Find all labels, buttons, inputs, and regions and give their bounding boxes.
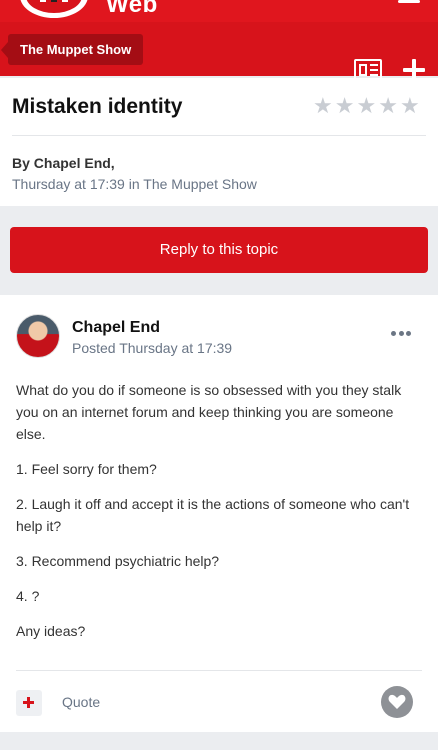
club-logo-icon[interactable] bbox=[18, 0, 90, 18]
star-icon[interactable]: ★ bbox=[356, 95, 376, 117]
breadcrumb-bar: The Muppet Show bbox=[0, 22, 438, 81]
post-paragraph: 4. ? bbox=[16, 588, 40, 604]
avatar[interactable] bbox=[16, 314, 60, 358]
post-paragraph: 1. Feel sorry for them? bbox=[16, 461, 157, 477]
breadcrumb-back-link[interactable]: The Muppet Show bbox=[0, 34, 144, 65]
post-paragraph: 3. Recommend psychiatric help? bbox=[16, 553, 220, 569]
post-content: What do you do if someone is so obsessed… bbox=[16, 379, 416, 655]
post-author[interactable]: Chapel End bbox=[72, 319, 160, 337]
site-name[interactable]: Web bbox=[106, 0, 158, 19]
post-paragraph: 2. Laugh it off and accept it is the act… bbox=[16, 496, 410, 534]
menu-icon[interactable] bbox=[398, 0, 420, 3]
topic-header: Mistaken identity ★ ★ ★ ★ ★ By Chapel En… bbox=[0, 78, 438, 206]
star-icon[interactable]: ★ bbox=[400, 95, 420, 117]
topic-author[interactable]: By Chapel End, bbox=[12, 155, 115, 171]
reputation-plus-icon[interactable] bbox=[16, 690, 42, 716]
topic-rating[interactable]: ★ ★ ★ ★ ★ bbox=[313, 95, 420, 117]
more-options-icon[interactable] bbox=[391, 331, 411, 337]
star-icon[interactable]: ★ bbox=[378, 95, 398, 117]
reply-to-topic-button[interactable]: Reply to this topic bbox=[10, 227, 428, 273]
post-paragraph: Any ideas? bbox=[16, 623, 86, 639]
topic-title: Mistaken identity bbox=[12, 95, 183, 118]
post-date: Posted Thursday at 17:39 bbox=[72, 340, 233, 356]
divider bbox=[12, 135, 426, 136]
post-paragraph: What do you do if someone is so obsessed… bbox=[16, 382, 402, 442]
quote-button[interactable]: Quote bbox=[62, 694, 100, 710]
like-heart-icon[interactable] bbox=[381, 686, 413, 718]
divider bbox=[16, 670, 422, 671]
star-icon[interactable]: ★ bbox=[335, 95, 355, 117]
topic-date: Thursday at 17:39 in The Muppet Show bbox=[12, 176, 257, 192]
star-icon[interactable]: ★ bbox=[313, 95, 333, 117]
site-header: Web bbox=[0, 0, 438, 22]
post: Chapel End Posted Thursday at 17:39 What… bbox=[0, 295, 438, 732]
